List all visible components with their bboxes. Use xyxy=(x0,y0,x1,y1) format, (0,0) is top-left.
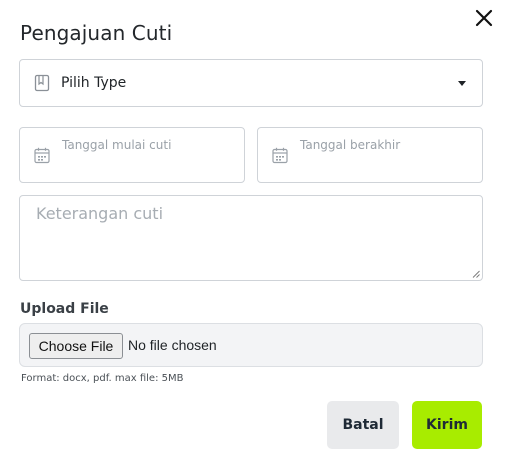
close-icon xyxy=(475,9,493,27)
cancel-button[interactable]: Batal xyxy=(327,401,399,449)
type-select[interactable]: Pilih Type xyxy=(19,59,483,107)
upload-help-text: Format: docx, pdf. max file: 5MB xyxy=(21,373,184,384)
notes-textarea[interactable]: Keterangan cuti xyxy=(19,195,483,281)
modal-title: Pengajuan Cuti xyxy=(20,21,173,45)
close-button[interactable] xyxy=(472,6,496,30)
end-date-field[interactable]: Tanggal berakhir xyxy=(257,127,483,183)
book-icon xyxy=(34,74,50,92)
start-date-placeholder: Tanggal mulai cuti xyxy=(62,138,172,152)
start-date-field[interactable]: Tanggal mulai cuti xyxy=(19,127,245,183)
notes-placeholder: Keterangan cuti xyxy=(36,204,164,223)
calendar-icon xyxy=(272,147,288,164)
calendar-icon xyxy=(34,147,50,164)
submit-button[interactable]: Kirim xyxy=(412,401,482,449)
end-date-placeholder: Tanggal berakhir xyxy=(300,138,401,152)
choose-file-button[interactable]: Choose File xyxy=(29,333,123,359)
resize-handle-icon[interactable] xyxy=(472,270,480,278)
upload-file-label: Upload File xyxy=(20,301,109,317)
file-input[interactable]: Choose File No file chosen xyxy=(19,323,483,367)
chevron-down-icon xyxy=(458,81,466,86)
type-select-label: Pilih Type xyxy=(61,75,127,91)
file-status-text: No file chosen xyxy=(128,337,217,353)
